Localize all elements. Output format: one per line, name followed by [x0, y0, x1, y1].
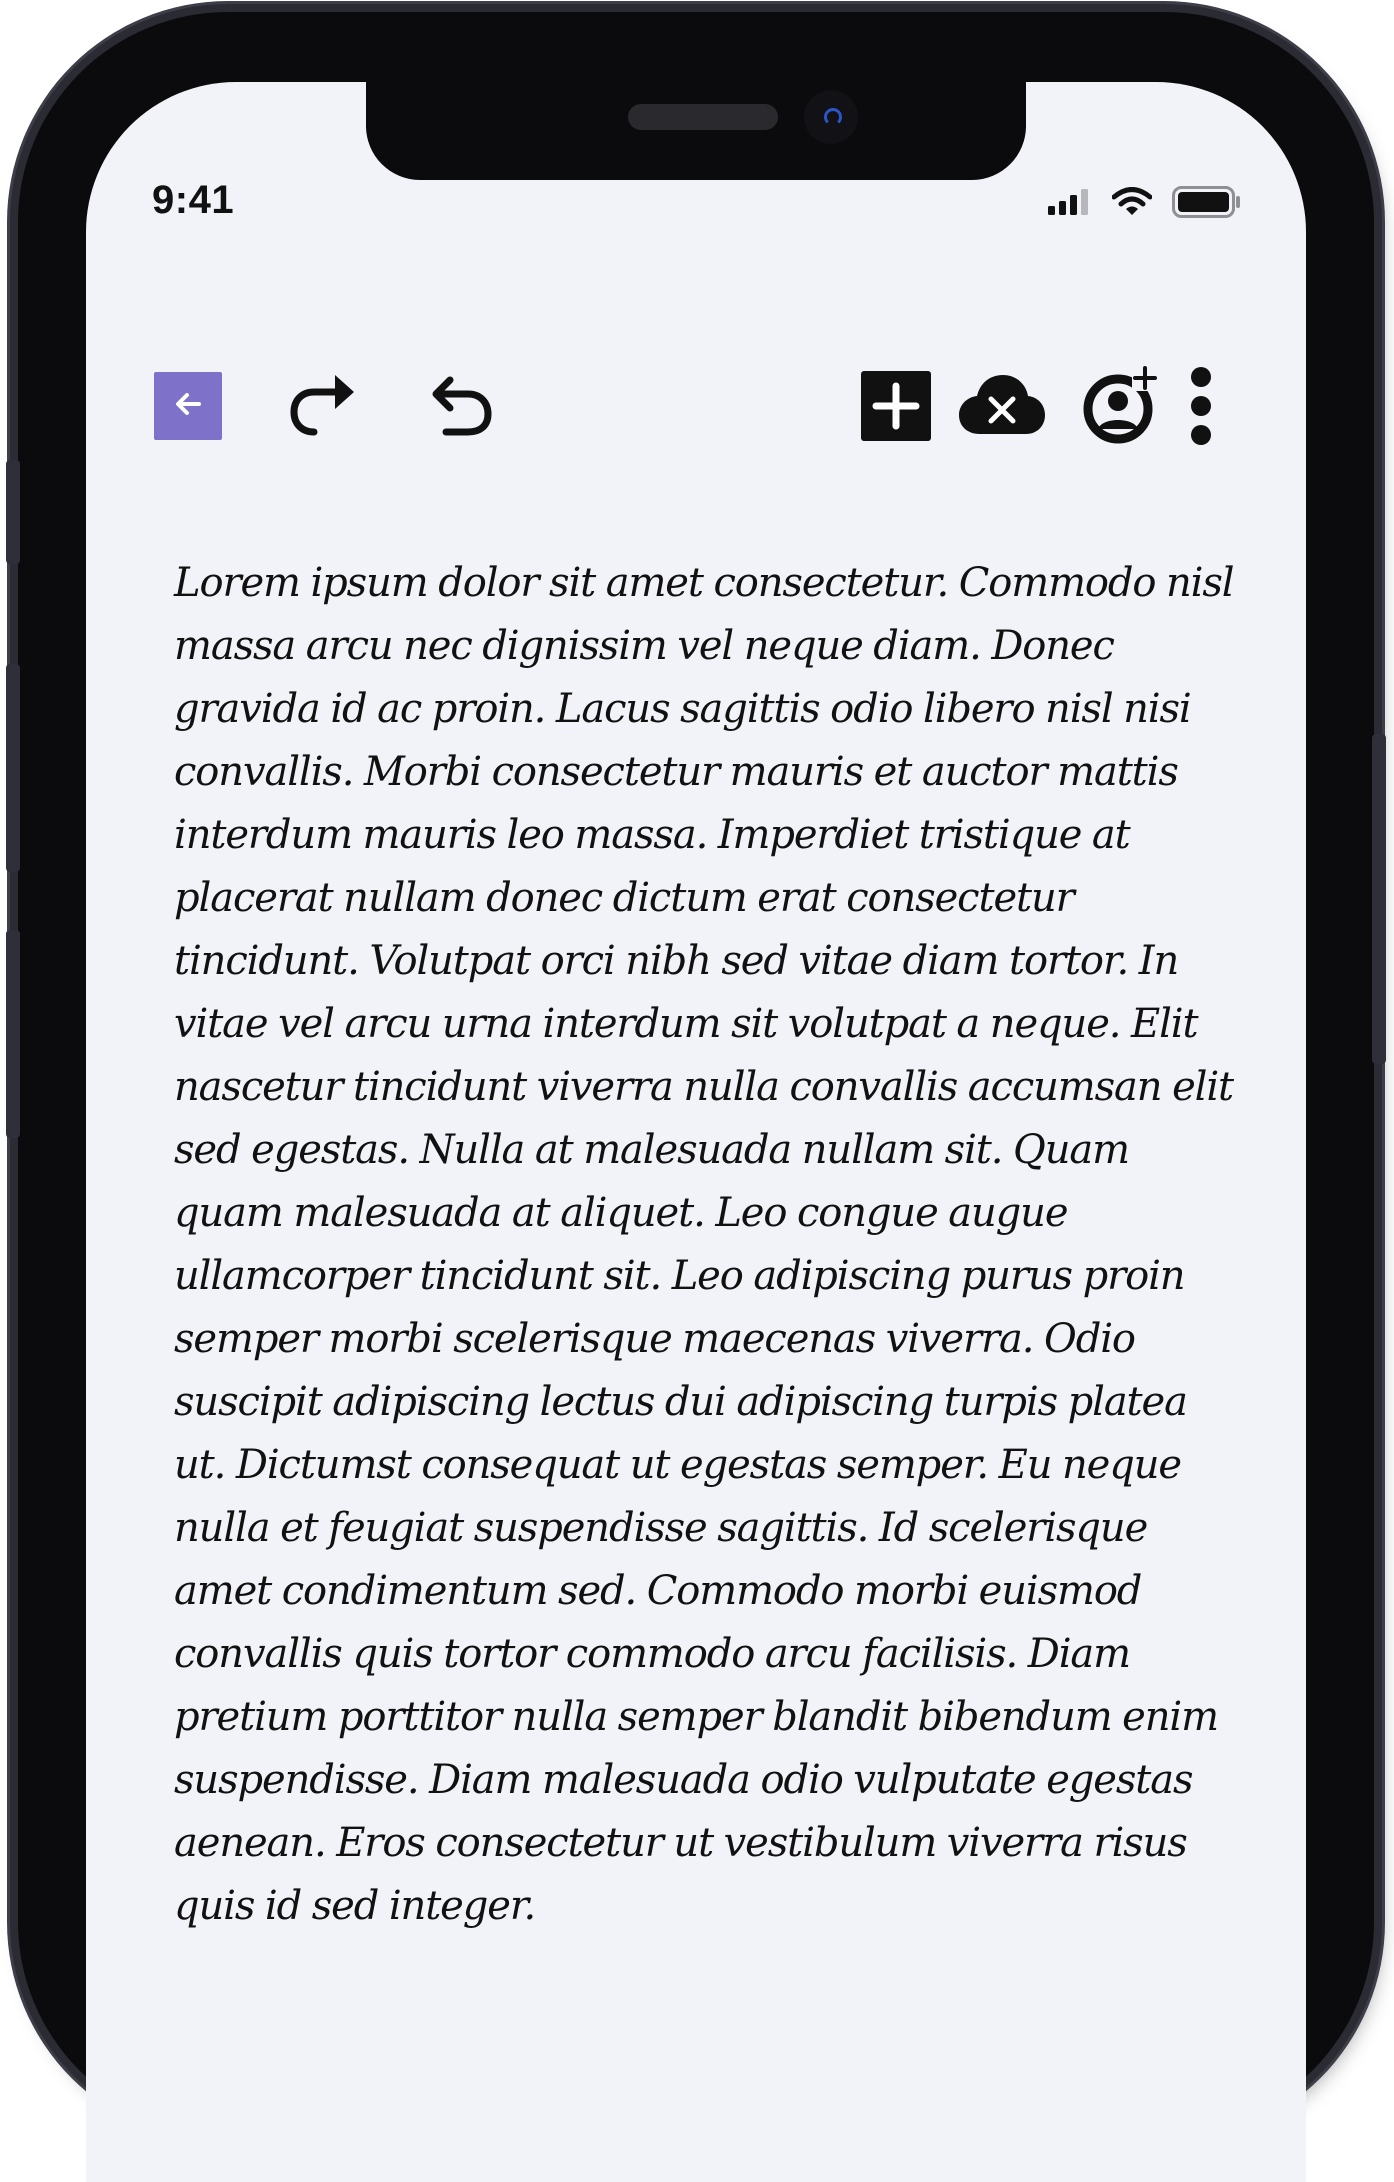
back-arrow-icon — [171, 387, 205, 426]
redo-icon — [288, 370, 364, 443]
speaker-grille — [628, 104, 778, 130]
cellular-signal-icon — [1048, 189, 1092, 220]
cloud-off-button[interactable] — [958, 372, 1046, 444]
status-icons — [1048, 186, 1242, 223]
toolbar-right — [860, 364, 1218, 452]
battery-icon — [1172, 186, 1242, 223]
notch — [366, 82, 1026, 180]
toolbar-left — [154, 372, 496, 440]
add-person-button[interactable] — [1082, 364, 1160, 452]
undo-icon — [420, 370, 496, 443]
ringer-switch — [6, 460, 20, 564]
front-camera — [804, 90, 858, 144]
power-button — [1372, 734, 1386, 1064]
add-button[interactable] — [860, 370, 932, 447]
volume-up-button — [6, 664, 20, 872]
status-time: 9:41 — [152, 178, 235, 222]
wifi-icon — [1111, 187, 1153, 222]
cloud-off-icon — [958, 370, 1046, 447]
add-person-icon — [1082, 364, 1160, 452]
redo-button[interactable] — [288, 372, 364, 440]
add-box-icon — [860, 370, 932, 447]
volume-down-button — [6, 930, 20, 1138]
document-text[interactable]: Lorem ipsum dolor sit amet consectetur. … — [174, 552, 1235, 1938]
back-button[interactable] — [154, 372, 222, 440]
app-screen: 9:41 Lorem ipsum dolor sit amet consecte… — [86, 82, 1306, 2182]
more-options-button[interactable] — [1184, 365, 1218, 452]
undo-button[interactable] — [420, 372, 496, 440]
more-vertical-icon — [1189, 365, 1213, 452]
